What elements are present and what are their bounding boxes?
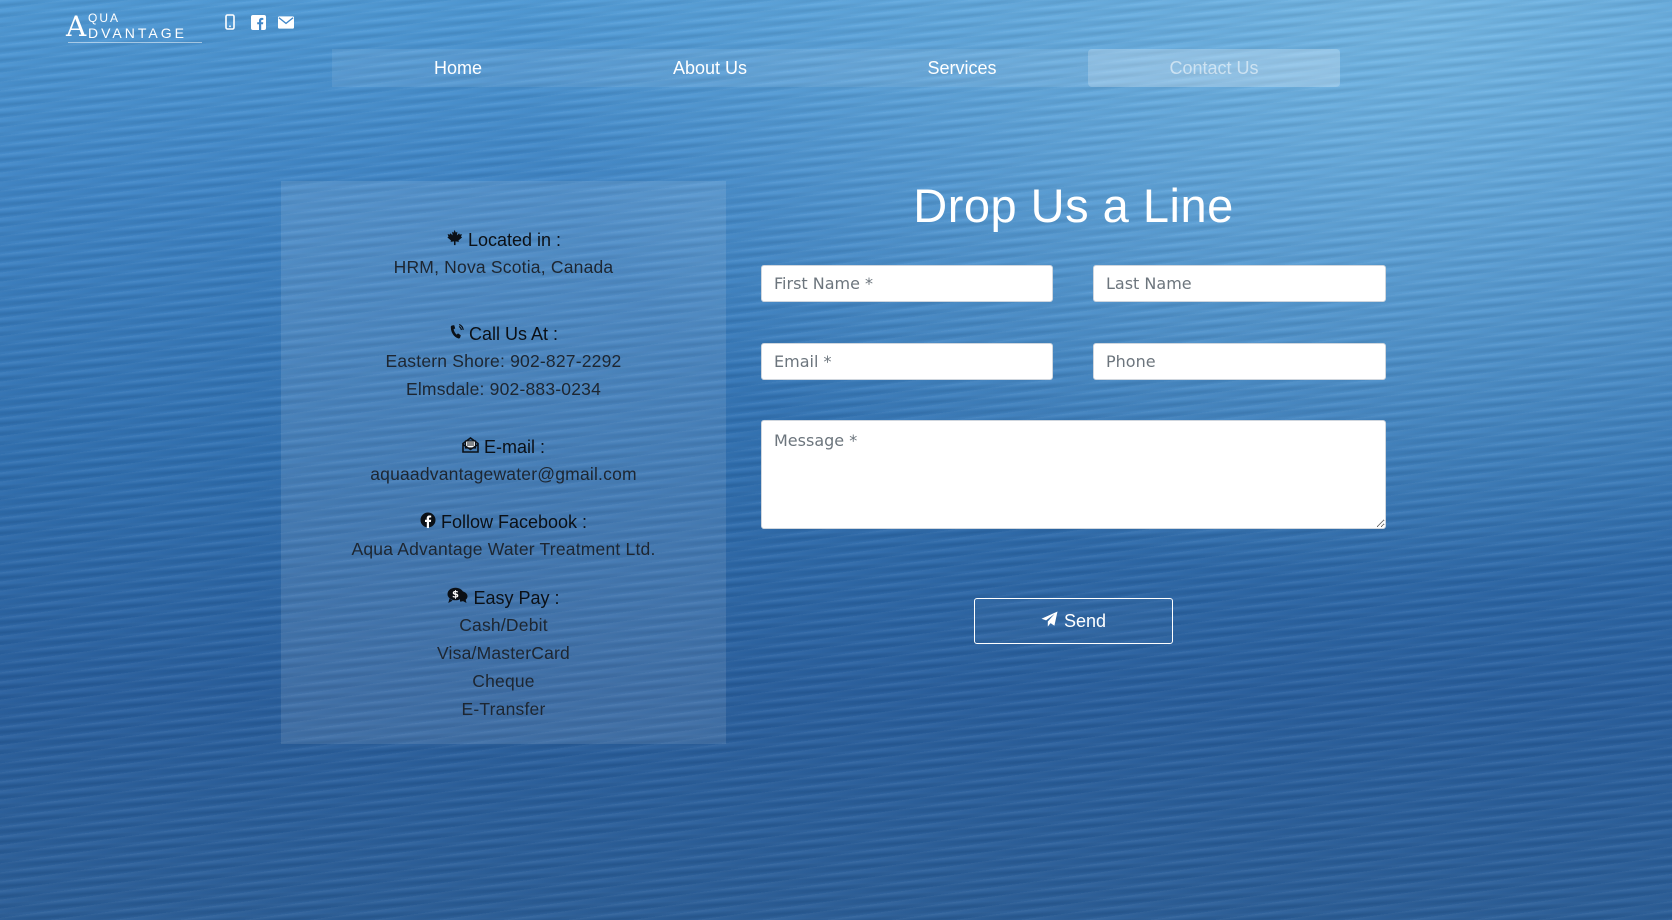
envelope-icon[interactable]	[278, 14, 294, 30]
phone-input[interactable]	[1093, 343, 1386, 380]
send-label: Send	[1063, 610, 1107, 631]
payment-e-transfer: E-Transfer	[461, 699, 546, 719]
nav-contact-us[interactable]: Contact Us	[1088, 49, 1340, 87]
phone-heading: Call Us At :	[468, 323, 559, 344]
dollar-comments-icon: $	[447, 587, 468, 609]
payment-section: $ Easy Pay : Cash/Debit Visa/MasterCard …	[281, 585, 726, 723]
social-links	[222, 14, 294, 30]
maple-leaf-icon	[446, 229, 463, 251]
send-button[interactable]: Send	[974, 598, 1173, 644]
payment-cash-debit: Cash/Debit	[459, 615, 548, 635]
nav-about-us[interactable]: About Us	[584, 49, 836, 87]
paper-plane-icon	[1041, 611, 1058, 632]
phone-eastern-shore[interactable]: Eastern Shore: 902-827-2292	[281, 347, 726, 375]
last-name-input[interactable]	[1093, 265, 1386, 302]
facebook-icon[interactable]	[250, 14, 266, 30]
svg-text:$: $	[452, 590, 459, 601]
facebook-circle-icon	[420, 512, 436, 533]
payment-cheque: Cheque	[472, 671, 535, 691]
location-heading: Located in :	[467, 229, 562, 250]
nav-services[interactable]: Services	[836, 49, 1088, 87]
contact-info-panel: Located in : HRM, Nova Scotia, Canada Ca…	[281, 181, 726, 744]
first-name-input[interactable]	[761, 265, 1053, 302]
email-heading: E-mail :	[483, 436, 545, 457]
nav-home[interactable]: Home	[332, 49, 584, 87]
envelope-open-icon	[462, 436, 479, 458]
form-title: Drop Us a Line	[913, 179, 1234, 232]
email-address[interactable]: aquaadvantagewater@gmail.com	[281, 460, 726, 488]
payment-heading: Easy Pay :	[473, 587, 560, 608]
mobile-phone-icon[interactable]	[222, 14, 238, 30]
phone-section: Call Us At : Eastern Shore: 902-827-2292…	[281, 321, 726, 403]
facebook-heading: Follow Facebook :	[440, 511, 588, 532]
location-section: Located in : HRM, Nova Scotia, Canada	[281, 227, 726, 281]
payment-visa-mastercard: Visa/MasterCard	[436, 643, 570, 663]
phone-elmsdale[interactable]: Elmsdale: 902-883-0234	[281, 375, 726, 403]
brand-logo[interactable]: A QUA DVANTAGE	[66, 11, 204, 43]
email-input[interactable]	[761, 343, 1053, 380]
email-section: E-mail : aquaadvantagewater@gmail.com	[281, 434, 726, 488]
phone-volume-icon	[449, 323, 464, 345]
message-textarea[interactable]	[761, 420, 1386, 529]
facebook-page-link[interactable]: Aqua Advantage Water Treatment Ltd.	[281, 535, 726, 563]
main-nav: Home About Us Services Contact Us	[332, 49, 1340, 87]
facebook-section: Follow Facebook : Aqua Advantage Water T…	[281, 509, 726, 563]
location-text: HRM, Nova Scotia, Canada	[393, 257, 614, 277]
